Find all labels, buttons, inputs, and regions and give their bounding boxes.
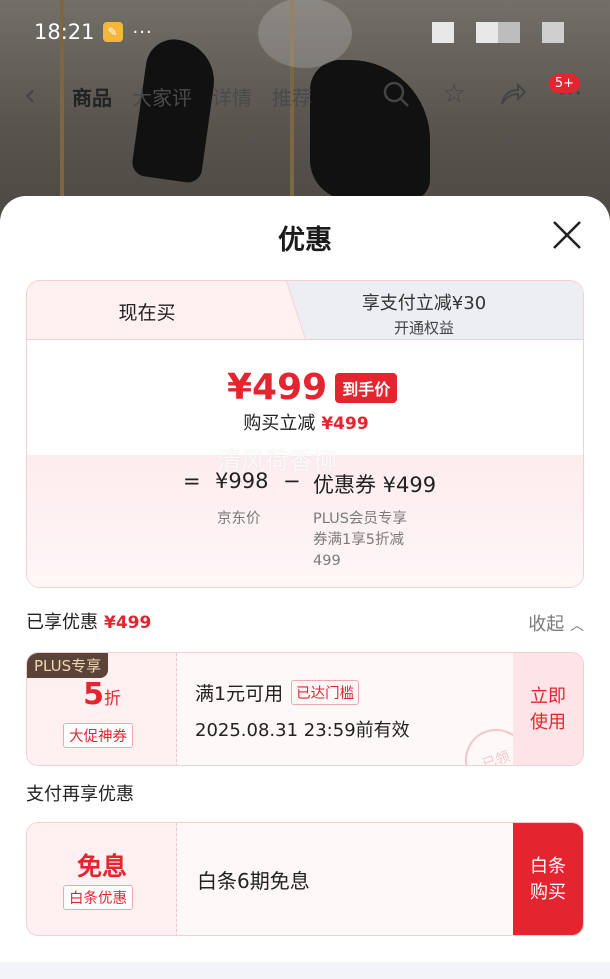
close-icon (553, 221, 581, 249)
sheet-title: 优惠 (278, 225, 332, 256)
pay-discount-heading: 支付再享优惠 (26, 784, 134, 805)
wifi-icon (432, 22, 454, 43)
coupon-left-panel: PLUS专享 5折 大促神券 (27, 653, 177, 765)
more-notifications-icon: ··· (132, 21, 153, 43)
battery-icon (542, 22, 564, 43)
product-nav-bar: ‹ 商品 大家评 详情 推荐 ☆ ··· 5+ (0, 72, 610, 120)
tab-pay-discount[interactable]: 享支付立减¥30 开通权益 (263, 281, 583, 341)
use-coupon-label: 立即 (530, 686, 566, 707)
system-icons (432, 22, 564, 43)
coupon-discount: 5折 (27, 677, 177, 712)
coupon-amount: 优惠券 ¥499 (313, 473, 437, 497)
coupon-details: 满1元可用 已达门槛 2025.08.31 23:59前有效 (195, 679, 410, 742)
tab-recommend[interactable]: 推荐 (272, 82, 312, 111)
back-icon[interactable]: ‹ (24, 78, 36, 113)
baitiao-left-panel: 免息 白条优惠 (27, 823, 177, 935)
enjoyed-label: 已享优惠 (26, 612, 98, 633)
nav-tabs: 商品 大家评 详情 推荐 (72, 82, 312, 111)
plus-exclusive-tag: PLUS专享 (27, 653, 109, 678)
discount-bottom-sheet: 优惠 享支付立减¥30 开通权益 现在买 ¥499 到手价 购买立减 ¥499 清… (0, 196, 610, 979)
coupon-desc-line: PLUS会员专享 (313, 511, 407, 527)
price-breakdown-card: 享支付立减¥30 开通权益 现在买 ¥499 到手价 购买立减 ¥499 清风荷香… (26, 280, 584, 588)
jd-price-label: 京东价 (217, 511, 261, 527)
tab-pay-title: 享支付立减¥30 (361, 293, 487, 314)
purchase-reduction: 购买立减 ¥499 (27, 409, 583, 435)
coupon-condition: 满1元可用 (195, 683, 284, 705)
jd-price-value: ¥998 (215, 469, 269, 493)
discount-unit: 折 (103, 689, 121, 709)
reduction-label: 购买立减 (243, 413, 316, 434)
baitiao-buy-label: 购买 (530, 882, 566, 903)
coupon-description: PLUS会员专享 券满1享5折减 499 (313, 509, 407, 572)
chevron-up-icon: ︿ (570, 618, 584, 634)
coupon-expiry: 2025.08.31 23:59前有效 (195, 720, 410, 741)
coupon-type-tag: 大促神券 (63, 723, 133, 748)
baitiao-description: 白条6期免息 (197, 869, 310, 893)
coupon-desc-line: 499 (313, 553, 341, 569)
favorite-star-icon[interactable]: ☆ (438, 78, 470, 110)
close-button[interactable] (550, 218, 584, 252)
status-bar: 18:21 ✎ ··· (0, 0, 610, 64)
collapse-button[interactable]: 收起 ︿ (528, 610, 584, 636)
tab-reviews[interactable]: 大家评 (132, 82, 192, 111)
status-time: 18:21 (34, 20, 95, 44)
final-price-tag: 到手价 (335, 372, 398, 403)
cart-count-badge: 5+ (548, 74, 580, 93)
collapse-label: 收起 (528, 614, 565, 635)
final-price-value: ¥499 (227, 367, 328, 408)
tab-details[interactable]: 详情 (212, 82, 252, 111)
baitiao-buy-label: 白条 (530, 856, 566, 877)
use-coupon-button[interactable]: 立即 使用 (513, 653, 583, 765)
final-price: ¥499 到手价 (227, 367, 398, 408)
baitiao-offer-card: 免息 白条优惠 白条6期免息 白条 购买 (26, 822, 584, 936)
coupon-desc-line: 券满1享5折减 (313, 532, 404, 548)
minus-sign: − (283, 469, 301, 493)
use-coupon-label: 使用 (530, 712, 566, 733)
baitiao-tag: 白条优惠 (63, 885, 133, 910)
notification-app-icon: ✎ (102, 22, 123, 42)
baitiao-buy-button[interactable]: 白条 购买 (513, 823, 583, 935)
equals-sign: = (183, 469, 201, 493)
signal-icon (476, 22, 520, 43)
reduction-amount: ¥499 (321, 414, 369, 434)
enjoyed-amount: ¥499 (104, 613, 152, 633)
tab-buy-now[interactable]: 现在买 (27, 281, 267, 341)
tab-pay-subtitle: 开通权益 (393, 319, 454, 337)
tab-goods[interactable]: 商品 (72, 82, 112, 111)
sheet-footer-strip (0, 962, 610, 979)
enjoyed-discount-heading: 已享优惠 ¥499 (26, 608, 151, 634)
more-menu-icon[interactable]: ··· 5+ (548, 74, 586, 110)
interest-free-label: 免息 (76, 852, 127, 881)
plus-coupon-card: PLUS专享 5折 大促神券 满1元可用 已达门槛 2025.08.31 23:… (26, 652, 584, 766)
discount-number: 5 (83, 677, 104, 712)
threshold-met-tag: 已达门槛 (291, 680, 360, 705)
share-icon[interactable] (496, 78, 528, 110)
search-icon[interactable] (380, 78, 412, 110)
nav-icons: ☆ ··· 5+ (380, 74, 586, 110)
